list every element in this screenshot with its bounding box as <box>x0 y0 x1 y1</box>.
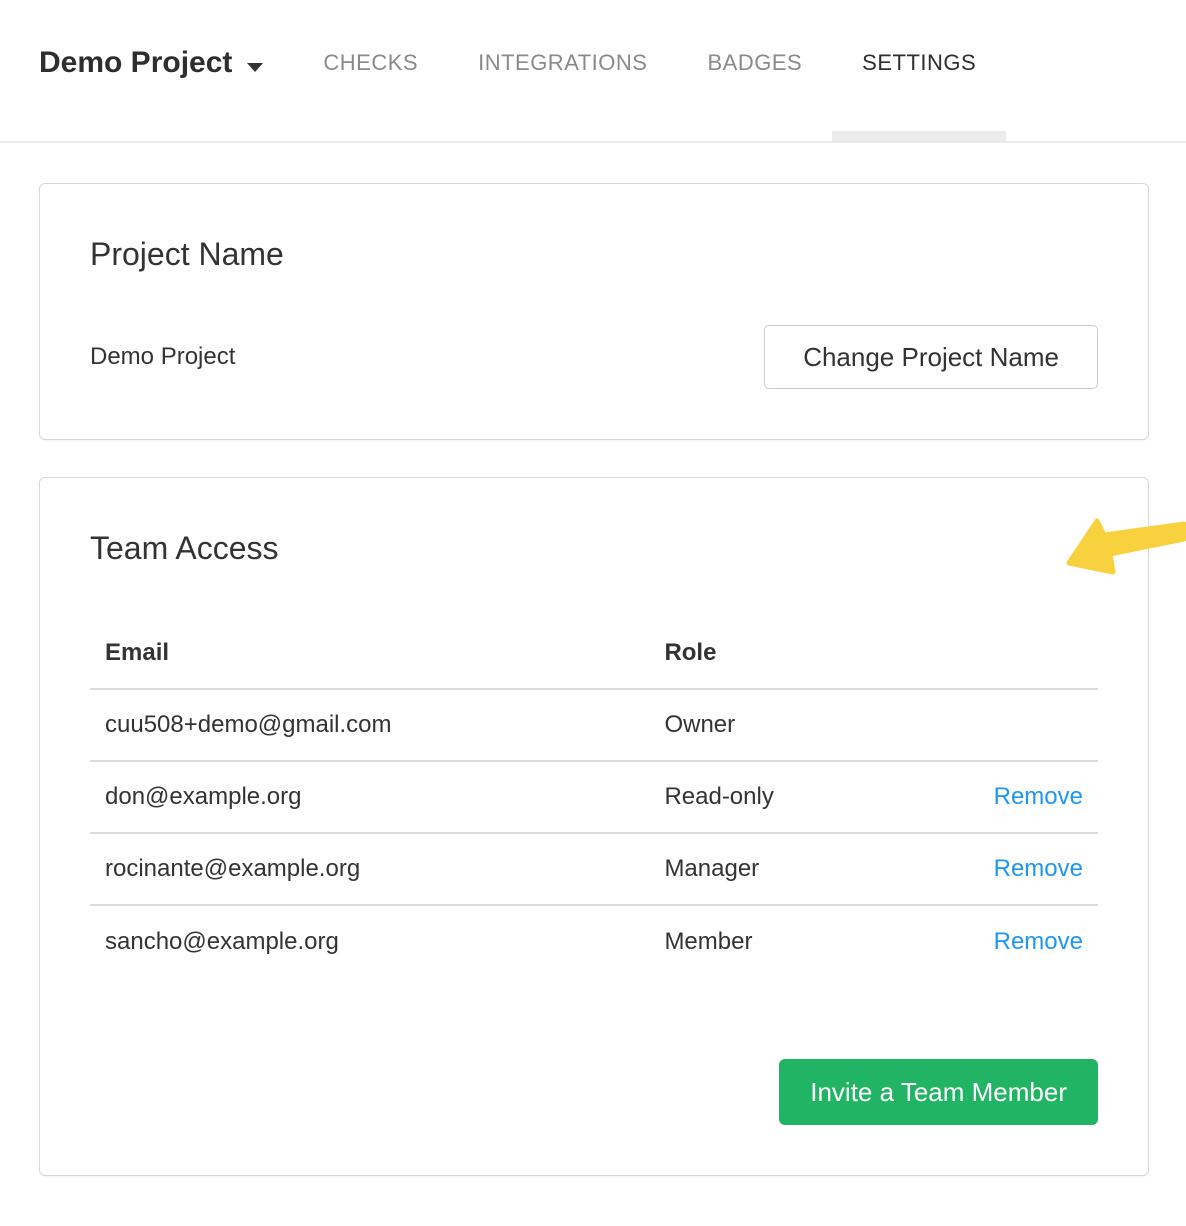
member-action-cell: Remove <box>932 833 1098 905</box>
table-row: rocinante@example.org Manager Remove <box>90 833 1098 905</box>
member-role: Manager <box>649 833 931 905</box>
settings-page: Project Name Demo Project Change Project… <box>0 183 1186 1176</box>
member-email: cuu508+demo@gmail.com <box>90 689 649 761</box>
remove-member-link[interactable]: Remove <box>994 855 1083 882</box>
table-row: don@example.org Read-only Remove <box>90 761 1098 833</box>
tab-label: SETTINGS <box>862 50 976 76</box>
tab-badges[interactable]: BADGES <box>677 0 832 141</box>
team-access-card-title: Team Access <box>90 526 1098 571</box>
member-role: Read-only <box>649 761 931 833</box>
table-row: cuu508+demo@gmail.com Owner <box>90 689 1098 761</box>
member-email: sancho@example.org <box>90 905 649 977</box>
table-row: sancho@example.org Member Remove <box>90 905 1098 977</box>
member-action-cell <box>932 689 1098 761</box>
project-name-row: Demo Project Change Project Name <box>90 325 1098 389</box>
team-members-table: Email Role cuu508+demo@gmail.com Owner d… <box>90 617 1098 977</box>
remove-member-link[interactable]: Remove <box>994 783 1083 810</box>
remove-member-link[interactable]: Remove <box>994 928 1083 955</box>
role-column-header: Role <box>649 617 931 689</box>
action-column-header <box>932 617 1098 689</box>
top-navigation: Demo Project CHECKS INTEGRATIONS BADGES … <box>0 0 1186 143</box>
tab-label: CHECKS <box>323 50 418 76</box>
tab-checks[interactable]: CHECKS <box>293 0 448 141</box>
table-header-row: Email Role <box>90 617 1098 689</box>
member-email: don@example.org <box>90 761 649 833</box>
current-project-name: Demo Project <box>90 343 235 371</box>
tab-label: INTEGRATIONS <box>478 50 647 76</box>
member-role: Owner <box>649 689 931 761</box>
invite-button-row: Invite a Team Member <box>90 1059 1098 1125</box>
email-column-header: Email <box>90 617 649 689</box>
active-tab-indicator <box>832 131 1006 141</box>
nav-tabs: CHECKS INTEGRATIONS BADGES SETTINGS <box>293 0 1006 141</box>
project-title: Demo Project <box>39 46 232 80</box>
caret-down-icon <box>247 63 263 72</box>
team-access-card: Team Access Email Role cuu508+demo@gmail… <box>39 477 1149 1176</box>
member-role: Member <box>649 905 931 977</box>
project-name-card-title: Project Name <box>90 232 1098 277</box>
change-project-name-button[interactable]: Change Project Name <box>764 325 1098 389</box>
tab-integrations[interactable]: INTEGRATIONS <box>448 0 677 141</box>
invite-team-member-button[interactable]: Invite a Team Member <box>779 1059 1098 1125</box>
project-switcher-dropdown[interactable]: Demo Project <box>39 0 263 141</box>
project-name-card: Project Name Demo Project Change Project… <box>39 183 1149 440</box>
member-action-cell: Remove <box>932 905 1098 977</box>
member-action-cell: Remove <box>932 761 1098 833</box>
tab-label: BADGES <box>707 50 802 76</box>
member-email: rocinante@example.org <box>90 833 649 905</box>
tab-settings[interactable]: SETTINGS <box>832 0 1006 141</box>
